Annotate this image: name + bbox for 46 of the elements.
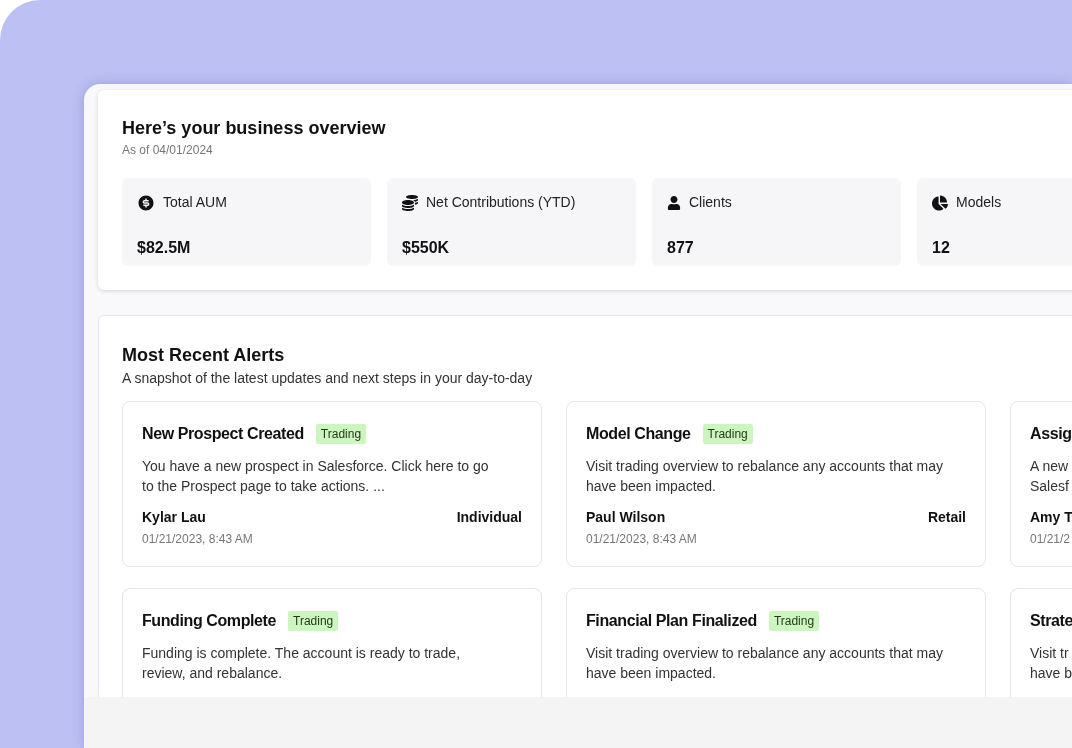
category-tag: Trading [288, 611, 339, 631]
user-icon [667, 195, 681, 210]
pie-chart-icon [932, 194, 948, 211]
as-of-date: As of 04/01/2024 [122, 142, 214, 159]
client-name: Paul Wilson [586, 508, 666, 527]
alert-description: Visit trading overview to rebalance any accounts that may have been impacted. [586, 457, 944, 496]
alert-card[interactable]: New Prospect Created Trading You have a new prospect in Salesforce. Click here to go to the Prospect page to take actions. ... Kylar Lau Individual 01/21/2023, 8:43 AM [122, 401, 542, 567]
alert-description: Funding is complete. The account is ready to trade, review, and rebalance. [142, 644, 462, 683]
alert-card[interactable]: Model Change Trading Visit trading overview to rebalance any accounts that may have been impacted. Paul Wilson Retail 01/21/2023, 8:43 AM [566, 401, 986, 567]
stat-value: $550K [402, 238, 451, 258]
stat-label: Net Contributions (YTD) [426, 193, 576, 212]
alert-card[interactable]: Funding Complete Trading Funding is complete. The account is ready to trade, review, and rebalance. [122, 588, 542, 697]
alert-description: Visit trading overview to rebalance any accounts that may have been impacted. [586, 644, 944, 683]
alert-title: Financial Plan Finalized [586, 611, 757, 631]
alert-card[interactable]: Assig A new Salesf Amy T 01/21/2 [1010, 401, 1072, 567]
alert-title: New Prospect Created [142, 424, 304, 444]
client-type-label: Retail [927, 508, 966, 527]
alert-timestamp: 01/21/2 [1030, 531, 1072, 548]
alert-card[interactable]: Strate Visit tr have b [1010, 588, 1072, 697]
category-tag: Trading [702, 424, 753, 444]
coins-icon [402, 194, 418, 211]
stat-label: Clients [689, 193, 732, 212]
client-name: Kylar Lau [142, 508, 206, 527]
stat-value: 877 [667, 238, 695, 258]
alert-card[interactable]: Financial Plan Finalized Trading Visit trading overview to rebalance any accounts that may have been impacted. [566, 588, 986, 697]
alerts-subtitle: A snapshot of the latest updates and next steps in your day-to-day [122, 369, 534, 388]
alert-description: Visit tr have b [1030, 644, 1072, 683]
alert-title: Model Change [586, 424, 691, 444]
stat-label: Models [956, 193, 1002, 212]
alert-description: A new Salesf [1030, 457, 1070, 496]
overview-title: Here’s your business overview [122, 117, 387, 140]
dollar-icon [137, 193, 155, 212]
alert-title: Assig [1030, 424, 1072, 444]
client-type-label: Individual [456, 508, 522, 527]
client-name: Amy T [1030, 508, 1072, 527]
category-tag: Trading [315, 424, 367, 444]
alert-title: Strate [1030, 611, 1072, 631]
stat-value: 12 [932, 238, 951, 258]
alert-description: You have a new prospect in Salesforce. Click here to go to the Prospect page to take actions. ... [142, 457, 490, 496]
alert-title: Funding Complete [142, 611, 277, 631]
alert-timestamp: 01/21/2023, 8:43 AM [142, 531, 254, 548]
alerts-title: Most Recent Alerts [122, 344, 286, 367]
category-tag: Trading [768, 611, 820, 631]
alert-timestamp: 01/21/2023, 8:43 AM [586, 531, 698, 548]
stat-value: $82.5M [137, 238, 192, 258]
stat-label: Total AUM [163, 193, 227, 212]
